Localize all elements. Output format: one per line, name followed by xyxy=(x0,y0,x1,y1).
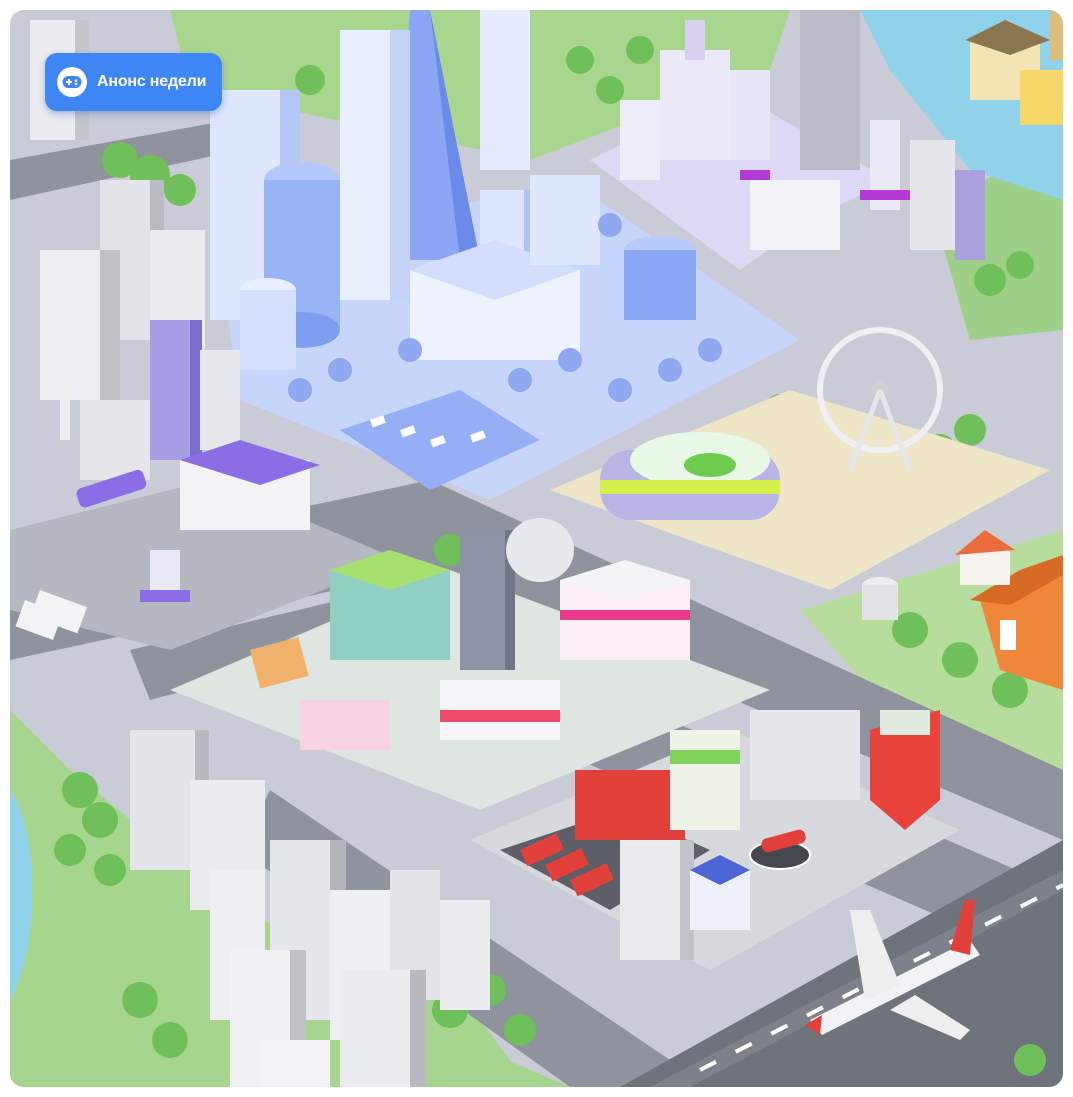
gamepad-icon xyxy=(57,67,87,97)
weekly-announcement-button[interactable]: Анонс недели xyxy=(45,53,223,111)
announce-label: Анонс недели xyxy=(97,73,207,90)
city-map-view[interactable]: Анонс недели xyxy=(10,10,1063,1087)
city-map[interactable] xyxy=(10,10,1063,1087)
